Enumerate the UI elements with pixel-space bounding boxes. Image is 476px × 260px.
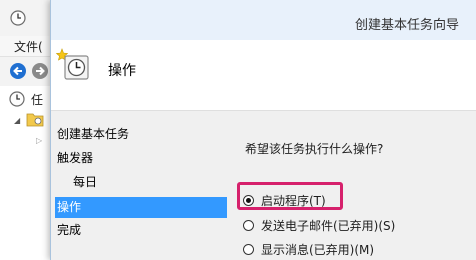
option-send-email-label: 发送电子邮件(已弃用)(S) — [261, 218, 396, 233]
tree-collapse-icon[interactable]: ▷ — [36, 136, 42, 145]
wizard-titlebar: 创建基本任务向导 — [51, 0, 476, 40]
option-start-program-label: 启动程序(T) — [261, 193, 326, 208]
wizard-title: 创建基本任务向导 — [354, 18, 459, 33]
tree-expand-icon[interactable]: ◢ — [14, 116, 20, 125]
create-basic-task-wizard: 创建基本任务向导 操作 创建基本任务 触发器 每日 操作 完成 希望该任务执行什… — [50, 0, 476, 260]
action-question: 希望该任务执行什么操作? — [245, 142, 384, 156]
option-send-email[interactable]: 发送电子邮件(已弃用)(S) — [243, 216, 395, 234]
clock-icon — [9, 91, 25, 107]
option-show-message[interactable]: 显示消息(已弃用)(M) — [243, 240, 374, 258]
radio-show-message[interactable] — [243, 243, 254, 255]
option-show-message-label: 显示消息(已弃用)(M) — [261, 242, 375, 257]
tree-root-label[interactable]: 任 — [31, 91, 43, 108]
step-create-basic-task[interactable]: 创建基本任务 — [55, 124, 227, 145]
wizard-step-heading: 操作 — [108, 63, 136, 79]
back-arrow-icon[interactable] — [9, 62, 27, 80]
forward-arrow-icon[interactable] — [31, 62, 49, 80]
wizard-steps-list: 创建基本任务 触发器 每日 操作 完成 — [51, 110, 229, 260]
radio-start-program[interactable] — [243, 194, 254, 206]
step-action[interactable]: 操作 — [55, 197, 227, 218]
step-daily[interactable]: 每日 — [55, 172, 227, 193]
option-start-program[interactable]: 启动程序(T) — [243, 191, 326, 209]
step-finish[interactable]: 完成 — [55, 220, 227, 241]
wizard-clock-icon — [55, 46, 91, 82]
radio-send-email[interactable] — [243, 219, 254, 231]
clock-icon — [10, 10, 26, 26]
wizard-header: 操作 — [51, 40, 476, 111]
folder-icon[interactable] — [26, 111, 44, 127]
menu-file[interactable]: 文件( — [14, 38, 43, 55]
step-trigger[interactable]: 触发器 — [55, 148, 227, 169]
wizard-content: 希望该任务执行什么操作? 启动程序(T) 发送电子邮件(已弃用)(S) 显示消息… — [229, 110, 476, 260]
